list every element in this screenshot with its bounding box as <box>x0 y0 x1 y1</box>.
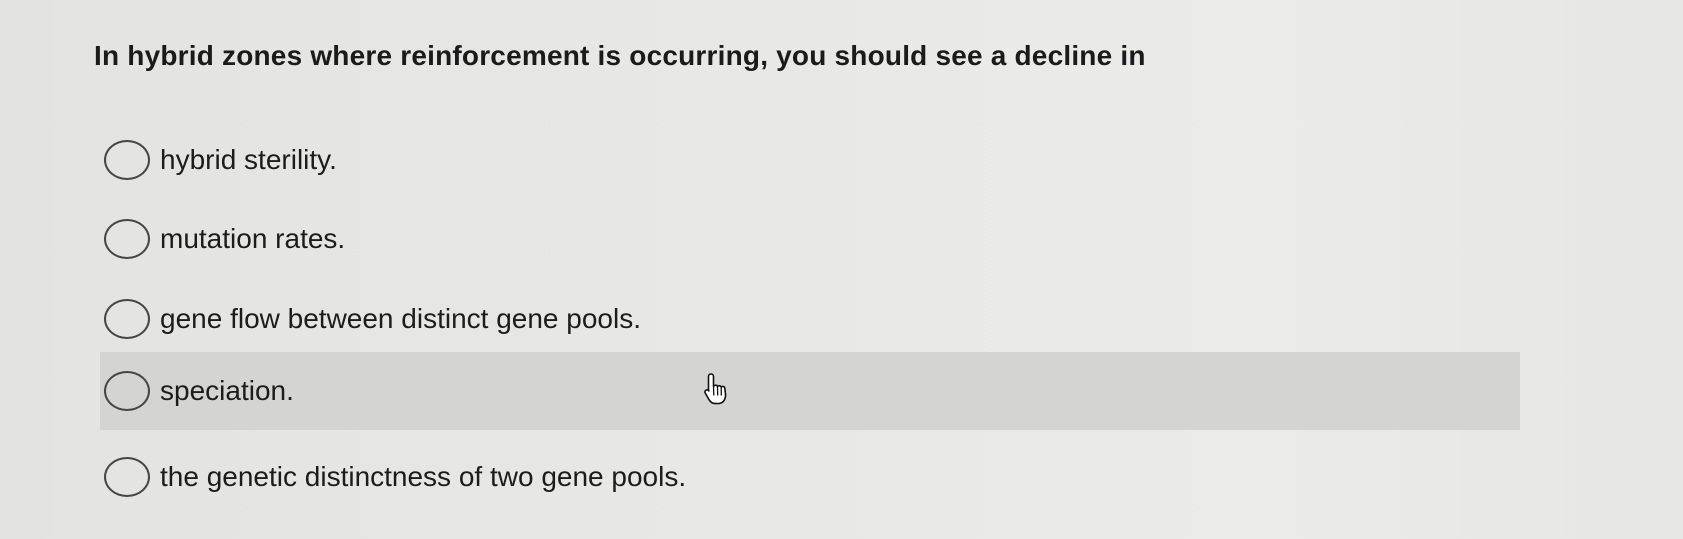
quiz-question-page: In hybrid zones where reinforcement is o… <box>0 0 1683 539</box>
answer-option-3[interactable]: gene flow between distinct gene pools. <box>100 280 1520 358</box>
answer-label-2: mutation rates. <box>160 223 346 254</box>
answer-label-3: gene flow between distinct gene pools. <box>160 303 641 334</box>
radio-button-2[interactable] <box>104 219 150 259</box>
radio-button-4[interactable] <box>104 371 150 411</box>
radio-button-1[interactable] <box>104 140 150 180</box>
answer-label-1: hybrid sterility. <box>160 144 337 175</box>
answer-option-2[interactable]: mutation rates. <box>100 200 1520 278</box>
answer-options: hybrid sterility. mutation rates. gene f… <box>0 0 1683 539</box>
hand-pointer-icon <box>704 373 727 405</box>
radio-button-5[interactable] <box>104 457 150 497</box>
answer-label-5: the genetic distinctness of two gene poo… <box>160 461 687 492</box>
answer-option-1[interactable]: hybrid sterility. <box>100 121 1520 199</box>
answer-option-4[interactable]: speciation. <box>100 352 1520 430</box>
radio-button-3[interactable] <box>104 299 150 339</box>
answer-label-4: speciation. <box>160 375 294 406</box>
answer-option-5[interactable]: the genetic distinctness of two gene poo… <box>100 438 1520 516</box>
